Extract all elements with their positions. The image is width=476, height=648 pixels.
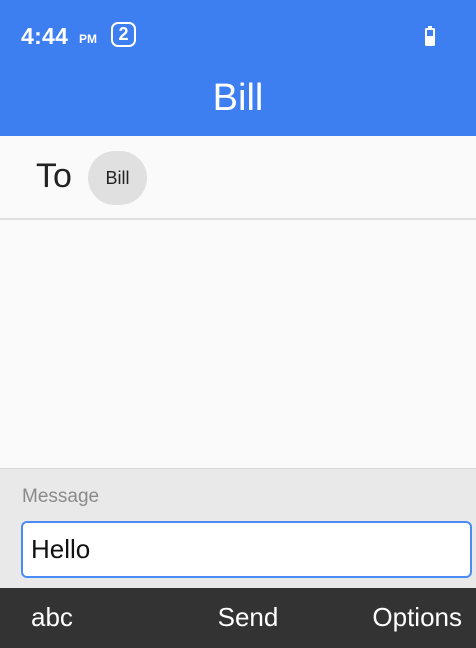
- notification-count-badge: 2: [111, 22, 136, 47]
- messaging-screen: 4:44 PM 2 Bill To Bill Message abc Send …: [0, 0, 476, 648]
- status-bar: 4:44 PM 2: [0, 0, 476, 70]
- message-field-label: Message: [22, 486, 100, 507]
- options-button[interactable]: Options: [372, 588, 462, 648]
- softkey-bar: abc Send Options: [0, 588, 476, 648]
- battery-icon: [425, 26, 435, 46]
- compose-panel: Message: [0, 468, 476, 588]
- conversation-title: Bill: [212, 77, 264, 119]
- message-input[interactable]: [21, 521, 472, 578]
- app-header: 4:44 PM 2 Bill: [0, 0, 476, 136]
- status-time: 4:44: [21, 23, 69, 49]
- status-ampm: PM: [79, 32, 97, 46]
- recipient-row[interactable]: To Bill: [0, 136, 476, 220]
- message-thread-area: [0, 220, 476, 468]
- to-label: To: [36, 157, 72, 195]
- recipient-chip[interactable]: Bill: [88, 151, 147, 205]
